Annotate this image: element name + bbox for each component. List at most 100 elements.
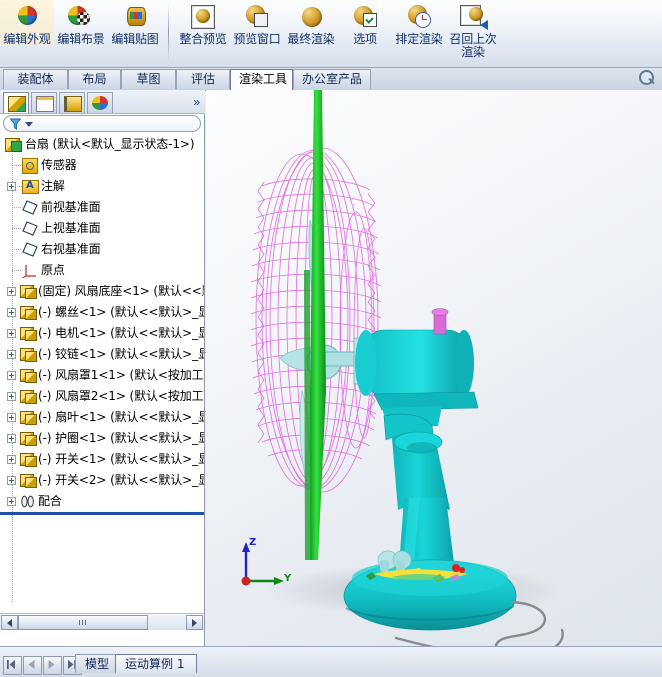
tree-item-label: (-) 护圈<1> (默认<<默认>_显 [38,431,204,445]
tree-item-screw[interactable]: (-) 螺丝<1> (默认<<默认>_显 [0,302,204,323]
tab-assembly[interactable]: 装配体 [3,69,68,89]
mates-icon [21,495,34,508]
expand-toggle[interactable] [7,182,16,191]
tree-item-top-plane[interactable]: 上视基准面 [0,218,204,239]
property-manager-icon [36,96,54,112]
edit-decal-icon [120,4,150,32]
edit-scene-icon [66,4,96,32]
triad-y-label: Y [284,573,292,584]
tab-motion-study[interactable]: 运动算例 1 [115,654,197,673]
tab-sketch[interactable]: 草图 [121,69,176,89]
scroll-thumb[interactable] [18,615,148,630]
tree-item-fan-base[interactable]: (固定) 风扇底座<1> (默认<<默 [0,281,204,302]
tab-office-products[interactable]: 办公室产品 [293,69,371,89]
expand-toggle[interactable] [7,434,16,443]
schedule-render-button[interactable]: 排定渲染 [392,0,446,46]
graphics-viewport[interactable]: Z Y [206,90,662,646]
tree-item-label: (-) 铰链<1> (默认<<默认>_显 [38,347,204,361]
tree-root-label: 台扇 (默认<默认_显示状态-1>) [25,137,195,151]
component-icon [20,326,37,341]
edit-decal-button[interactable]: 编辑贴图 [108,0,162,46]
prev-button[interactable] [23,656,42,675]
expand-toggle[interactable] [7,413,16,422]
scroll-right-arrow[interactable] [186,615,203,630]
tree-item-sensors[interactable]: 传感器 [0,155,204,176]
feature-tree[interactable]: 台扇 (默认<默认_显示状态-1>) 传感器 A 注解 前视基准面 上视基准面 … [0,134,204,602]
tree-item-annotations[interactable]: A 注解 [0,176,204,197]
plane-icon [22,221,38,236]
origin-icon [22,265,36,278]
preview-window-button[interactable]: 预览窗口 [230,0,284,46]
tree-item-guard-ring[interactable]: (-) 护圈<1> (默认<<默认>_显 [0,428,204,449]
render-group: 整合预览 预览窗口 最终渲染 选项 排定渲染 召回上次渲染 [176,0,500,66]
expand-toggle[interactable] [7,476,16,485]
preview-window-icon [242,4,272,32]
edit-appearance-button[interactable]: 编辑外观 [0,0,54,46]
tree-item-motor[interactable]: (-) 电机<1> (默认<<默认>_显 [0,323,204,344]
tree-horizontal-scrollbar[interactable] [0,613,204,630]
edit-appearance-icon [12,4,42,32]
command-manager-tabs: 装配体 布局 草图 评估 渲染工具 办公室产品 [0,68,662,91]
expand-toggle[interactable] [7,350,16,359]
tree-item-label: 前视基准面 [41,200,101,214]
search-icon[interactable] [638,70,656,88]
plane-icon [22,242,38,257]
tree-item-fan-cover-1[interactable]: (-) 风扇罩1<1> (默认<按加工 [0,365,204,386]
tree-item-label: (-) 风扇罩1<1> (默认<按加工 [38,368,204,382]
tree-item-blade[interactable]: (-) 扇叶<1> (默认<<默认>_显 [0,407,204,428]
status-bar: 模型 运动算例 1 [0,646,662,677]
tab-layout[interactable]: 布局 [68,69,121,89]
final-render-button[interactable]: 最终渲染 [284,0,338,46]
filter-dropdown-arrow[interactable] [25,122,33,127]
tree-item-mates[interactable]: 配合 [0,491,204,512]
integrated-preview-icon [188,4,218,32]
render-tools-ribbon: 编辑外观 编辑布景 编辑贴图 整合预览 预览窗口 最终渲染 选项 排定渲染 召回… [0,0,662,68]
configuration-manager-tab[interactable] [59,92,85,113]
expand-toggle[interactable] [7,455,16,464]
component-icon [20,305,37,320]
tree-item-switch-1[interactable]: (-) 开关<1> (默认<<默认>_显 [0,449,204,470]
expand-toggle[interactable] [7,308,16,317]
configuration-manager-icon [64,96,82,112]
manager-overflow-chevron[interactable]: » [193,95,200,109]
tree-item-right-plane[interactable]: 右视基准面 [0,239,204,260]
edit-scene-button[interactable]: 编辑布景 [54,0,108,46]
appearance-group: 编辑外观 编辑布景 编辑贴图 [0,0,162,66]
tree-item-fan-cover-2[interactable]: (-) 风扇罩2<1> (默认<按加工 [0,386,204,407]
tree-item-origin[interactable]: 原点 [0,260,204,281]
expand-toggle[interactable] [7,371,16,380]
property-manager-tab[interactable] [31,92,57,113]
expand-toggle[interactable] [7,392,16,401]
display-manager-tab[interactable] [87,92,113,113]
final-render-icon [296,4,326,32]
expand-toggle[interactable] [7,329,16,338]
component-icon [20,431,37,446]
integrated-preview-button[interactable]: 整合预览 [176,0,230,46]
orientation-triad: Z Y [236,537,292,591]
integrated-preview-label: 整合预览 [179,32,227,46]
filter-funnel-icon [10,118,21,130]
expand-toggle[interactable] [7,287,16,296]
tree-item-front-plane[interactable]: 前视基准面 [0,197,204,218]
options-button[interactable]: 选项 [338,0,392,46]
tree-selection-band [0,512,204,515]
tab-render-tools[interactable]: 渲染工具 [230,69,293,90]
tree-filter-input[interactable] [3,115,201,132]
next-button[interactable] [43,656,62,675]
tree-root-item[interactable]: 台扇 (默认<默认_显示状态-1>) [0,134,204,155]
expand-toggle[interactable] [7,497,16,506]
assembly-icon [5,137,22,152]
feature-tree-tab[interactable] [3,92,29,113]
first-button[interactable] [3,656,22,675]
tab-evaluate[interactable]: 评估 [176,69,230,89]
edit-scene-label: 编辑布景 [57,32,105,46]
scroll-left-arrow[interactable] [1,615,18,630]
recall-last-render-label: 召回上次渲染 [449,32,497,59]
tree-item-hinge[interactable]: (-) 铰链<1> (默认<<默认>_显 [0,344,204,365]
recall-last-render-button[interactable]: 召回上次渲染 [446,0,500,59]
component-icon [20,452,37,467]
sensor-icon [22,158,38,174]
tree-item-label: (-) 开关<2> (默认<<默认>_显 [38,473,204,487]
component-icon [20,368,37,383]
tree-item-switch-2[interactable]: (-) 开关<2> (默认<<默认>_显 [0,470,204,491]
